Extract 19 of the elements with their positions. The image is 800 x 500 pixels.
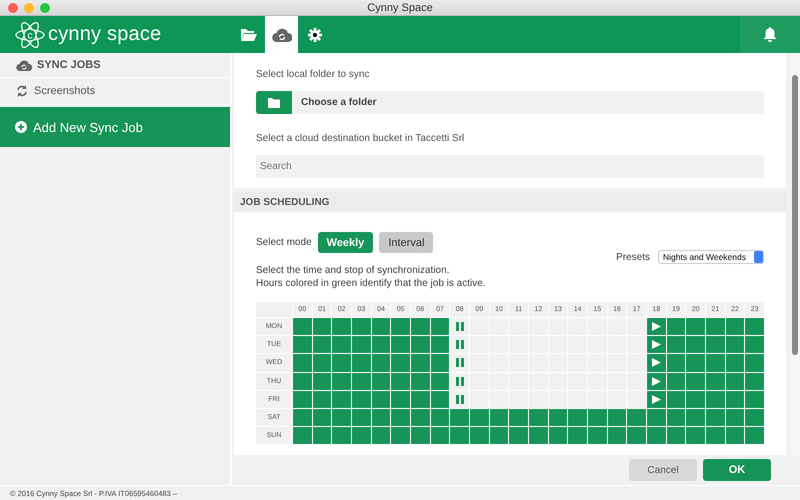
- mode-button[interactable]: Interval: [379, 232, 434, 253]
- add-sync-job-button[interactable]: Add New Sync Job: [0, 107, 230, 147]
- mode-button[interactable]: Weekly: [318, 232, 374, 253]
- ok-button[interactable]: OK: [703, 459, 771, 481]
- section-header: JOB SCHEDULING: [234, 192, 786, 212]
- description-text: Hours colored in green identify that the job is active.: [256, 277, 487, 290]
- cancel-button[interactable]: Cancel: [629, 459, 697, 481]
- window-title: Cynny Space: [367, 2, 433, 14]
- mode-label: Select mode: [256, 237, 312, 248]
- field-label: Select local folder to sync: [256, 69, 370, 82]
- description-text: Select the time and stop of synchronization.: [256, 264, 450, 277]
- search-field[interactable]: Search: [256, 155, 764, 178]
- folder-picker[interactable]: Choose a folder: [256, 91, 764, 114]
- sync-job-item[interactable]: Screenshots: [0, 78, 230, 105]
- field-label: Select a cloud destination bucket in Taccetti Srl: [256, 133, 466, 146]
- section-heading: SYNC JOBS: [37, 59, 101, 71]
- presets-label: Presets: [616, 252, 650, 262]
- presets-dropdown[interactable]: Nights and Weekends: [658, 250, 764, 264]
- logo-text: cynny space: [48, 23, 162, 46]
